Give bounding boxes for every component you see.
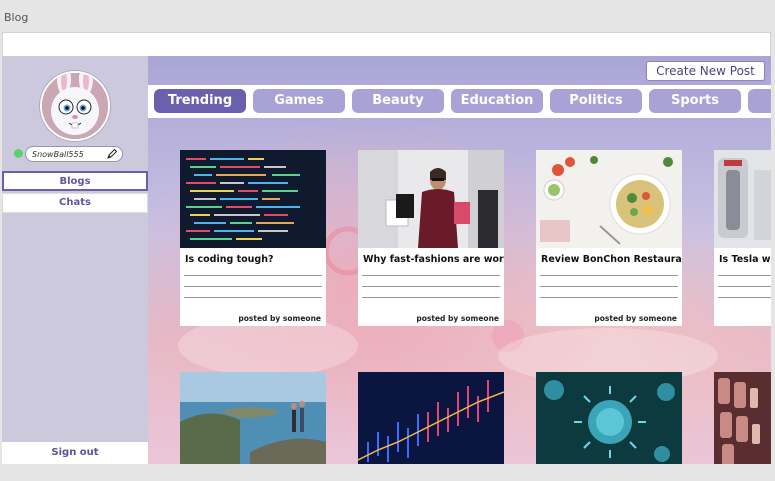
create-new-post-button[interactable]: Create New Post	[646, 61, 765, 81]
text-line	[362, 275, 500, 276]
post-byline: posted by someone	[594, 314, 677, 323]
post-card-coding[interactable]: Is coding tough? posted by someone	[180, 150, 326, 326]
fashion-thumbnail	[358, 150, 504, 248]
window-titlebar: Blog	[0, 0, 775, 32]
text-line	[362, 297, 500, 298]
stocks-thumbnail	[358, 372, 504, 464]
tab-beauty[interactable]: Beauty	[352, 89, 444, 113]
sidebar-item-blogs[interactable]: Blogs	[2, 171, 148, 191]
post-card-tesla[interactable]: Is Tesla wo	[714, 150, 771, 326]
app-window: SnowBall555 Blogs Chats Sign out Create …	[2, 56, 771, 464]
post-card-stocks[interactable]	[358, 372, 504, 464]
post-byline: posted by someone	[416, 314, 499, 323]
tab-more[interactable]	[748, 89, 771, 113]
text-line	[184, 297, 322, 298]
tab-sports[interactable]: Sports	[649, 89, 741, 113]
tab-education[interactable]: Education	[451, 89, 543, 113]
window-title: Blog	[4, 11, 29, 24]
text-line	[718, 297, 771, 298]
text-line	[718, 286, 771, 287]
sidebar: SnowBall555 Blogs Chats Sign out	[2, 56, 148, 464]
tab-games[interactable]: Games	[253, 89, 345, 113]
username-text: SnowBall555	[32, 150, 84, 159]
text-line	[540, 275, 678, 276]
virus-thumbnail	[536, 372, 682, 464]
avatar[interactable]	[40, 71, 110, 141]
makeup-thumbnail	[714, 372, 771, 464]
username-field: SnowBall555	[25, 146, 123, 162]
tab-trending[interactable]: Trending	[154, 89, 246, 113]
post-card-fashion[interactable]: Why fast-fashions are worst! posted by s…	[358, 150, 504, 326]
sidebar-item-chats[interactable]: Chats	[2, 193, 148, 213]
post-title: Why fast-fashions are worst!	[363, 254, 504, 265]
post-title: Is Tesla wo	[719, 254, 771, 265]
travel-thumbnail	[180, 372, 326, 464]
post-card-virus[interactable]	[536, 372, 682, 464]
top-strip	[2, 32, 771, 56]
post-byline: posted by someone	[238, 314, 321, 323]
text-line	[184, 286, 322, 287]
text-line	[540, 286, 678, 287]
post-card-makeup[interactable]	[714, 372, 771, 464]
food-thumbnail	[536, 150, 682, 248]
coding-thumbnail	[180, 150, 326, 248]
tesla-thumbnail	[714, 150, 771, 248]
post-title: Review BonChon Restaurant	[541, 254, 682, 265]
online-status-icon	[14, 149, 23, 158]
tab-politics[interactable]: Politics	[550, 89, 642, 113]
post-card-restaurant[interactable]: Review BonChon Restaurant posted by some…	[536, 150, 682, 326]
text-line	[540, 297, 678, 298]
bunny-avatar-image	[42, 73, 108, 139]
text-line	[362, 286, 500, 287]
post-card-travel[interactable]	[180, 372, 326, 464]
text-line	[184, 275, 322, 276]
sign-out-button[interactable]: Sign out	[2, 442, 148, 464]
post-title: Is coding tough?	[185, 254, 274, 265]
main-content: Create New Post Trending Games Beauty Ed…	[148, 56, 771, 464]
text-line	[718, 275, 771, 276]
pencil-icon[interactable]	[106, 148, 118, 160]
